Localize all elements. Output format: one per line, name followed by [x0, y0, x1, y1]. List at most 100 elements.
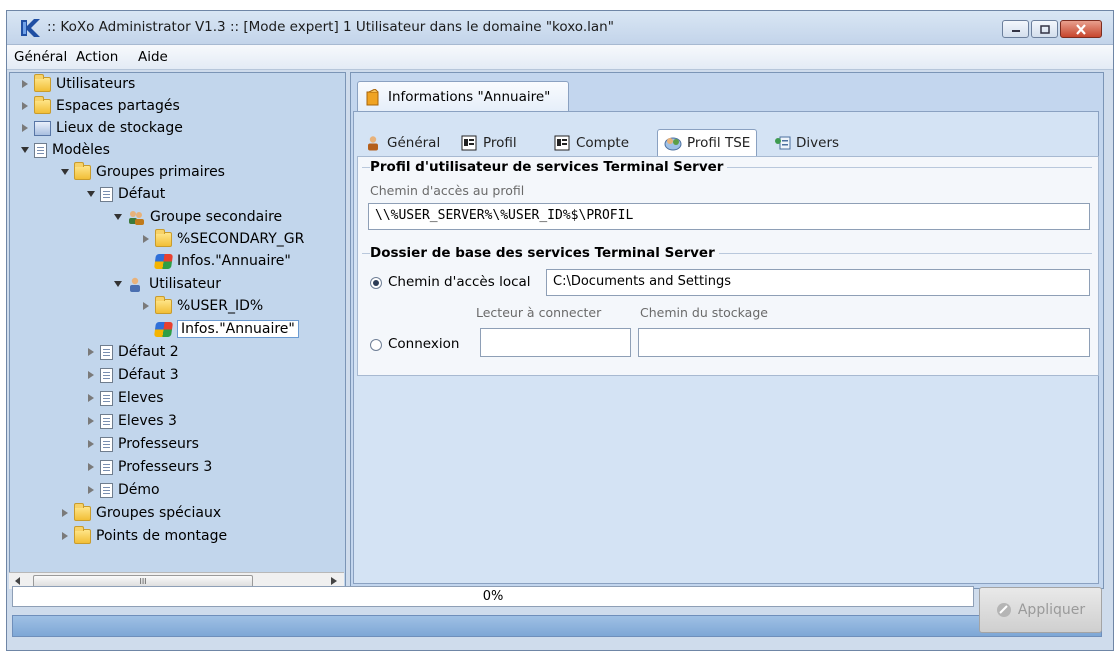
collapse-icon[interactable]	[20, 145, 30, 155]
local-path-radio-label[interactable]: Chemin d'accès local	[388, 274, 531, 290]
close-icon	[1076, 23, 1086, 35]
expand-icon[interactable]	[141, 301, 151, 311]
tree-label: Eleves	[118, 390, 164, 406]
expand-icon[interactable]	[20, 79, 30, 89]
tab-general[interactable]: Général	[365, 131, 440, 155]
scroll-left-icon[interactable]	[15, 577, 21, 585]
tab-informations-annuaire[interactable]: Informations "Annuaire"	[357, 81, 569, 112]
tree-item-lieux-de-stockage[interactable]: Lieux de stockage	[20, 117, 183, 139]
tab-divers[interactable]: Divers	[774, 131, 839, 155]
details-panel: Informations "Annuaire" Général Profil C…	[350, 72, 1104, 589]
apply-button-label: Appliquer	[1017, 602, 1086, 618]
tree-item-infos-annuaire-selected[interactable]: Infos."Annuaire"	[153, 318, 299, 340]
tree-item-groupe-secondaire[interactable]: Groupe secondaire	[113, 206, 282, 228]
menu-bar: Général Action Aide	[7, 45, 1113, 70]
expand-icon[interactable]	[20, 101, 30, 111]
connexion-radio[interactable]	[370, 339, 382, 351]
tree-label: Groupe secondaire	[150, 209, 283, 225]
expand-icon[interactable]	[20, 123, 30, 133]
tree-item-defaut-2[interactable]: Défaut 2	[86, 341, 179, 363]
progress-bar: 0%	[12, 586, 974, 607]
minimize-button[interactable]	[1002, 20, 1029, 38]
collapse-icon[interactable]	[60, 167, 70, 177]
folder-icon	[155, 228, 172, 247]
tree-label: %USER_ID%	[177, 298, 264, 314]
menu-aide[interactable]: Aide	[138, 49, 168, 65]
local-path-radio[interactable]	[370, 277, 382, 289]
document-icon	[100, 413, 113, 429]
profile-path-input[interactable]: \\%USER_SERVER%\%USER_ID%$\PROFIL	[368, 203, 1090, 230]
expand-icon[interactable]	[60, 531, 70, 541]
document-icon	[100, 459, 113, 475]
tree-label: Professeurs 3	[118, 459, 213, 475]
tree-label: Infos."Annuaire"	[177, 253, 291, 269]
title-bar: :: KoXo Administrator V1.3 :: [Mode expe…	[7, 11, 1113, 45]
tree-item-professeurs-3[interactable]: Professeurs 3	[86, 456, 212, 478]
expand-icon[interactable]	[86, 485, 96, 495]
document-icon	[100, 344, 113, 360]
profil-tse-page: Profil d'utilisateur de services Termina…	[357, 156, 1099, 376]
shared-folder-icon	[34, 95, 51, 114]
apply-button[interactable]: Appliquer	[979, 587, 1102, 633]
tree-item-defaut-3[interactable]: Défaut 3	[86, 364, 179, 386]
collapse-icon[interactable]	[113, 212, 123, 222]
collapse-icon[interactable]	[113, 279, 123, 289]
directory-info-icon	[153, 321, 174, 337]
status-bar	[12, 615, 1102, 637]
storage-icon	[34, 120, 51, 136]
expand-icon[interactable]	[86, 416, 96, 426]
expand-icon[interactable]	[60, 508, 70, 518]
expand-icon[interactable]	[86, 347, 96, 357]
expand-icon[interactable]	[86, 462, 96, 472]
expand-icon[interactable]	[86, 370, 96, 380]
tree-item-secondary-gr[interactable]: %SECONDARY_GR	[141, 228, 304, 250]
tree-item-utilisateur[interactable]: Utilisateur	[113, 273, 221, 295]
tree-item-user-id[interactable]: %USER_ID%	[141, 295, 263, 317]
tree-label: Défaut	[118, 186, 166, 202]
menu-action[interactable]: Action	[76, 49, 118, 65]
tree-label: Démo	[118, 482, 160, 498]
tree-item-defaut[interactable]: Défaut	[86, 183, 165, 205]
tree-label: Lieux de stockage	[56, 120, 183, 136]
scroll-right-icon[interactable]	[331, 577, 337, 585]
connexion-radio-label[interactable]: Connexion	[388, 336, 459, 352]
expand-icon[interactable]	[86, 439, 96, 449]
drive-input[interactable]	[480, 328, 631, 357]
tree-item-points-de-montage[interactable]: Points de montage	[60, 525, 227, 547]
tree-label: Espaces partagés	[56, 98, 180, 114]
storage-path-input[interactable]	[638, 328, 1090, 357]
maximize-button[interactable]	[1031, 20, 1058, 38]
tree-item-demo[interactable]: Démo	[86, 479, 160, 501]
tab-profil[interactable]: Profil	[461, 131, 517, 155]
document-icon	[100, 186, 113, 202]
folder-icon	[74, 502, 91, 521]
network-users-icon	[664, 137, 682, 151]
expand-icon[interactable]	[86, 393, 96, 403]
tree-view[interactable]: Utilisateurs Espaces partagés Lieux de s…	[9, 72, 346, 589]
menu-general[interactable]: Général	[14, 49, 67, 65]
tab-compte[interactable]: Compte	[554, 131, 629, 155]
collapse-icon[interactable]	[86, 189, 96, 199]
tree-item-groupes-primaires[interactable]: Groupes primaires	[60, 161, 225, 183]
tree-item-utilisateurs[interactable]: Utilisateurs	[20, 73, 135, 95]
local-path-input[interactable]: C:\Documents and Settings	[546, 269, 1090, 296]
tab-label: Divers	[796, 135, 840, 151]
tree-item-modeles[interactable]: Modèles	[20, 139, 110, 161]
close-button[interactable]	[1060, 20, 1102, 38]
tree-item-eleves-3[interactable]: Eleves 3	[86, 410, 177, 432]
tree-item-espaces-partages[interactable]: Espaces partagés	[20, 95, 180, 117]
tab-profil-tse[interactable]: Profil TSE	[657, 129, 758, 156]
profile-group-title: Profil d'utilisateur de services Termina…	[370, 159, 728, 175]
directory-info-icon	[153, 253, 174, 269]
tree-item-eleves[interactable]: Eleves	[86, 387, 164, 409]
tree-item-groupes-speciaux[interactable]: Groupes spéciaux	[60, 502, 221, 524]
tree-label: %SECONDARY_GR	[177, 231, 305, 247]
folder-users-icon	[34, 73, 51, 92]
tab-label: Profil TSE	[687, 135, 751, 151]
expand-icon[interactable]	[141, 234, 151, 244]
drive-label: Lecteur à connecter	[476, 305, 602, 320]
tree-item-professeurs[interactable]: Professeurs	[86, 433, 199, 455]
tree-item-infos-annuaire-group[interactable]: Infos."Annuaire"	[153, 250, 291, 272]
user-icon	[130, 277, 140, 292]
profile-card-icon	[461, 135, 477, 151]
